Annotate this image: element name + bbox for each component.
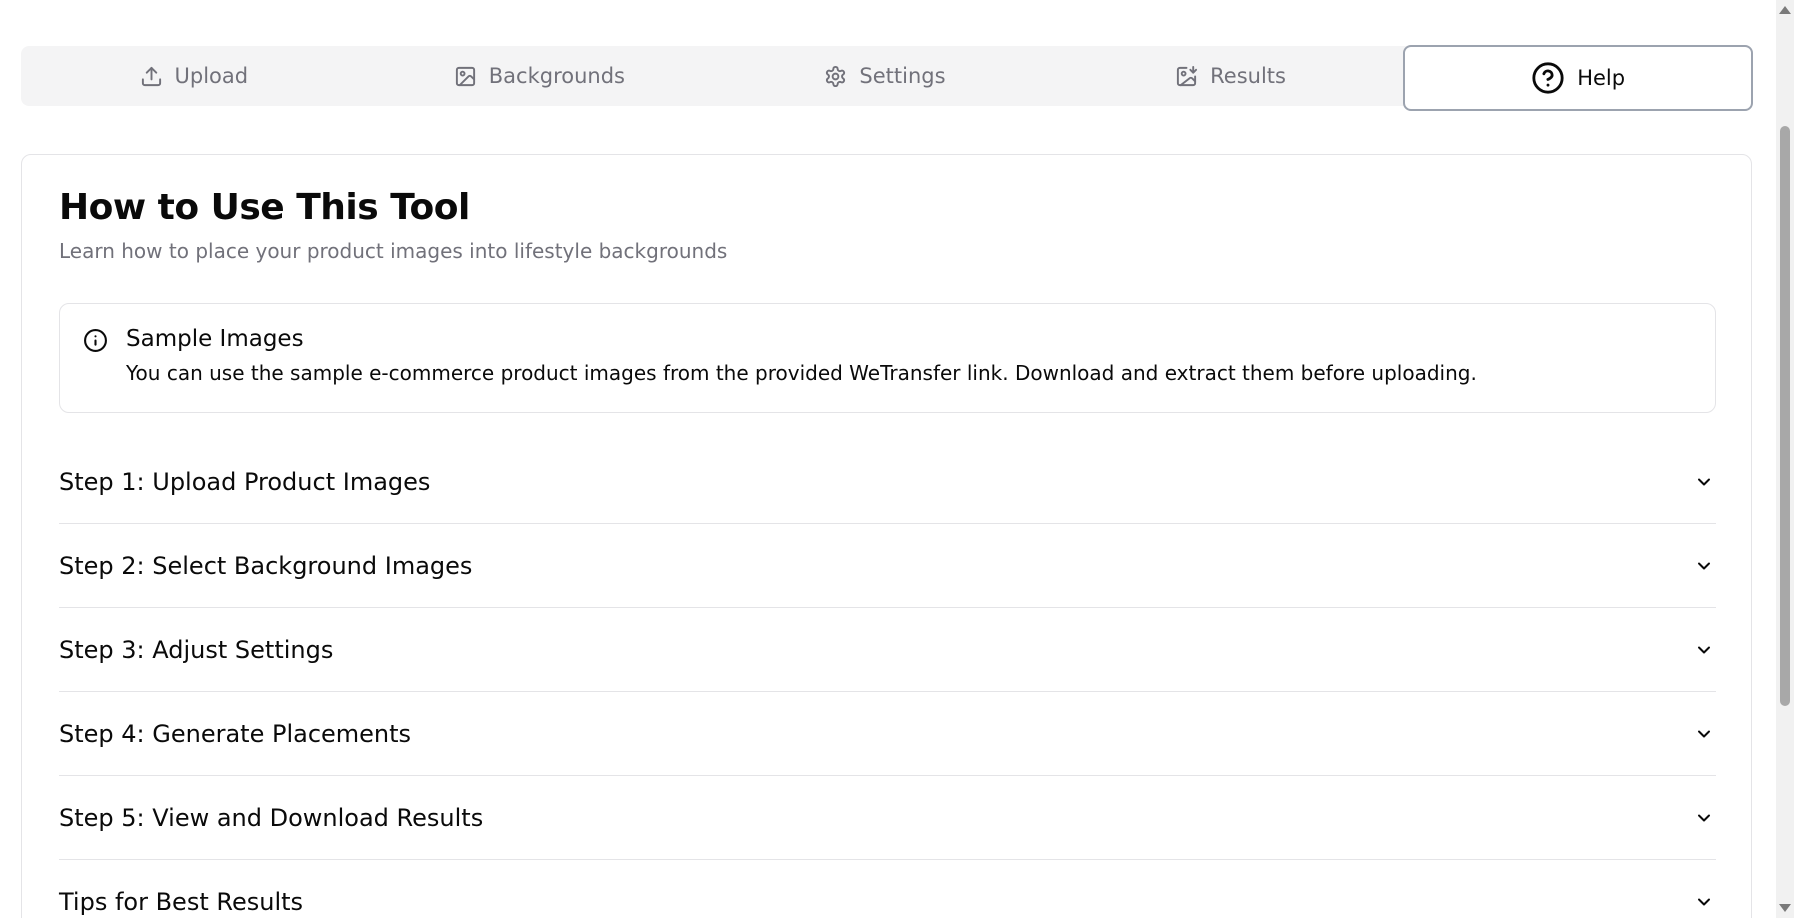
- info-icon: [83, 328, 108, 353]
- chevron-down-icon: [1694, 472, 1716, 492]
- steps-accordion: Step 1: Upload Product Images Step 2: Se…: [59, 440, 1716, 918]
- accordion-item-step-2[interactable]: Step 2: Select Background Images: [59, 524, 1716, 608]
- accordion-item-step-5[interactable]: Step 5: View and Download Results: [59, 776, 1716, 860]
- accordion-label: Step 1: Upload Product Images: [59, 467, 431, 496]
- tab-results-label: Results: [1210, 64, 1286, 88]
- tab-settings-label: Settings: [859, 64, 946, 88]
- accordion-item-step-3[interactable]: Step 3: Adjust Settings: [59, 608, 1716, 692]
- image-icon: [455, 66, 475, 86]
- gear-icon: [826, 65, 846, 87]
- tab-help[interactable]: Help: [1403, 45, 1753, 111]
- tab-backgrounds[interactable]: Backgrounds: [367, 46, 713, 106]
- accordion-item-step-1[interactable]: Step 1: Upload Product Images: [59, 440, 1716, 524]
- tab-upload-label: Upload: [174, 64, 249, 88]
- accordion-item-tips[interactable]: Tips for Best Results: [59, 860, 1716, 918]
- accordion-label: Step 3: Adjust Settings: [59, 635, 334, 664]
- page: Upload Backgrounds Settings Results Help…: [0, 0, 1776, 918]
- page-scrollbar[interactable]: [1776, 0, 1794, 918]
- sample-images-alert: Sample Images You can use the sample e-c…: [59, 303, 1716, 413]
- alert-text: You can use the sample e-commerce produc…: [126, 361, 1477, 385]
- accordion-label: Step 4: Generate Placements: [59, 719, 412, 748]
- help-card: How to Use This Tool Learn how to place …: [21, 154, 1752, 918]
- tab-backgrounds-label: Backgrounds: [488, 64, 625, 88]
- tab-upload[interactable]: Upload: [21, 46, 367, 106]
- chevron-down-icon: [1694, 808, 1716, 828]
- accordion-item-step-4[interactable]: Step 4: Generate Placements: [59, 692, 1716, 776]
- chevron-down-icon: [1694, 556, 1716, 576]
- card-title: How to Use This Tool: [59, 187, 470, 228]
- help-circle-icon: [1532, 62, 1564, 94]
- accordion-label: Step 5: View and Download Results: [59, 803, 484, 832]
- scroll-down-arrow-icon[interactable]: [1779, 904, 1791, 912]
- scroll-up-arrow-icon[interactable]: [1779, 6, 1791, 14]
- tab-settings[interactable]: Settings: [712, 46, 1058, 106]
- image-download-icon: [1177, 65, 1198, 86]
- chevron-down-icon: [1694, 724, 1716, 744]
- alert-title: Sample Images: [126, 326, 304, 352]
- scrollbar-thumb[interactable]: [1780, 126, 1790, 706]
- tab-help-label: Help: [1577, 66, 1626, 90]
- accordion-label: Step 2: Select Background Images: [59, 551, 473, 580]
- accordion-label: Tips for Best Results: [59, 887, 304, 916]
- upload-icon: [141, 66, 161, 86]
- chevron-down-icon: [1694, 892, 1716, 912]
- chevron-down-icon: [1694, 640, 1716, 660]
- tab-list: Upload Backgrounds Settings Results Help: [21, 45, 1753, 111]
- card-description: Learn how to place your product images i…: [59, 239, 728, 263]
- tab-results[interactable]: Results: [1058, 46, 1404, 106]
